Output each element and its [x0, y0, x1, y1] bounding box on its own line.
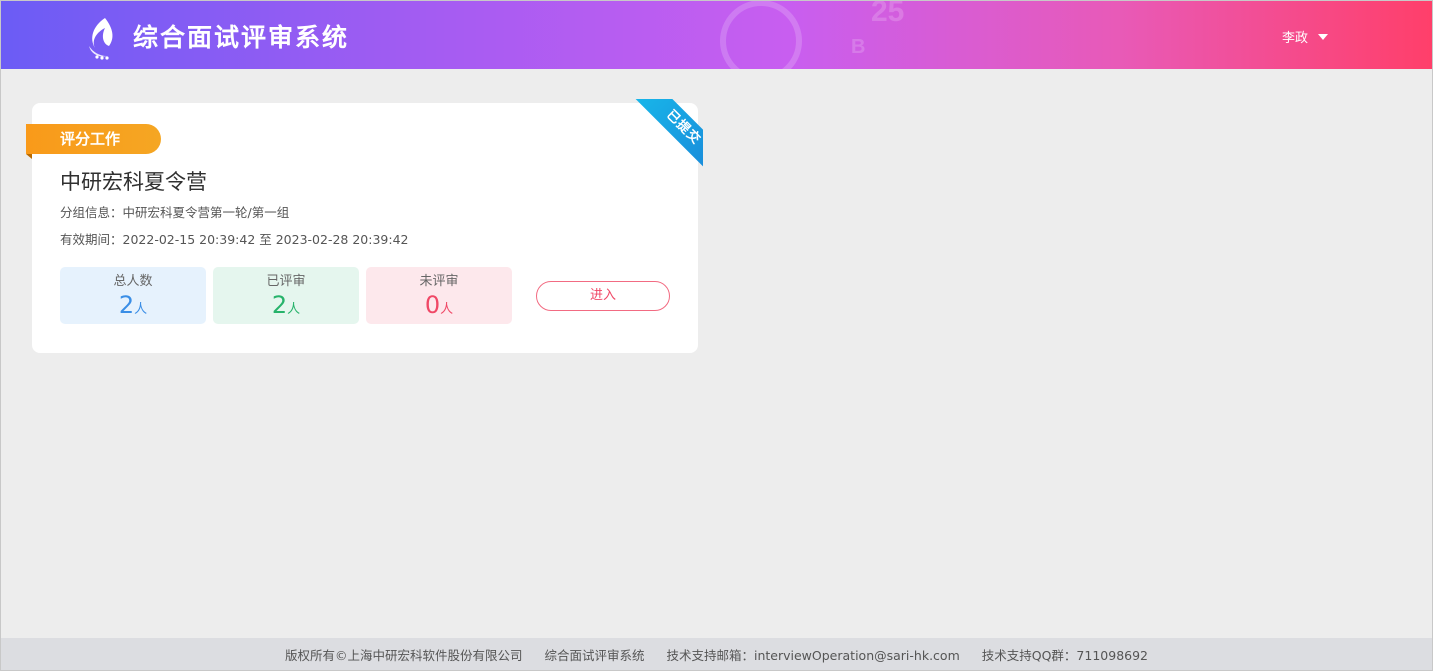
stat-unreviewed-value: 0: [424, 291, 441, 319]
stat-total-unit: 人: [134, 302, 148, 317]
stat-unreviewed-unit: 人: [440, 302, 454, 317]
status-ribbon: 已提交: [621, 99, 703, 177]
header-decoration: 25 B: [720, 1, 904, 69]
group-info: 分组信息：中研宏科夏令营第一轮/第一组: [60, 204, 289, 222]
task-type-tag: 评分工作: [26, 124, 161, 159]
stat-unreviewed-label: 未评审: [419, 274, 459, 289]
card-title: 中研宏科夏令营: [60, 170, 207, 194]
valid-period-value: 2022-02-15 20:39:42 至 2023-02-28 20:39:4…: [122, 232, 409, 247]
stat-reviewed: 已评审 2人: [213, 267, 359, 324]
stat-total-label: 总人数: [113, 274, 153, 289]
svg-text:B: B: [851, 36, 865, 58]
caret-down-icon: [1318, 33, 1328, 40]
valid-period-label: 有效期间：: [60, 232, 123, 247]
footer-support-email: 技术支持邮箱：interviewOperation@sari-hk.com: [666, 647, 960, 663]
app-title: 综合面试评审系统: [133, 23, 350, 52]
svg-text:25: 25: [871, 1, 904, 28]
footer-system-name: 综合面试评审系统: [544, 647, 645, 663]
user-name: 李政: [1281, 31, 1308, 46]
stat-total: 总人数 2人: [60, 267, 206, 324]
footer-copyright: 版权所有©上海中研宏科软件股份有限公司: [284, 647, 523, 663]
stat-reviewed-unit: 人: [287, 302, 301, 317]
stat-total-value: 2: [118, 291, 135, 319]
top-header: 25 B 综合面试评审系统 李政: [1, 1, 1432, 69]
stat-reviewed-label: 已评审: [266, 274, 306, 289]
review-task-card: 评分工作 已提交 中研宏科夏令营 分组信息：中研宏科夏令营第一轮/第一组 有效期…: [26, 99, 703, 353]
page-footer: 版权所有©上海中研宏科软件股份有限公司 综合面试评审系统 技术支持邮箱：inte…: [1, 638, 1432, 670]
stat-reviewed-value: 2: [271, 291, 288, 319]
user-menu[interactable]: 李政: [1282, 27, 1328, 46]
group-info-value: 中研宏科夏令营第一轮/第一组: [122, 205, 290, 220]
status-ribbon-label: 已提交: [631, 99, 703, 177]
group-info-label: 分组信息：: [60, 205, 123, 220]
footer-support-qq: 技术支持QQ群：711098692: [981, 647, 1149, 663]
flame-logo-icon: [89, 18, 113, 60]
stat-unreviewed: 未评审 0人: [366, 267, 512, 324]
enter-button[interactable]: 进入: [536, 281, 670, 311]
valid-period: 有效期间：2022-02-15 20:39:42 至 2023-02-28 20…: [60, 231, 408, 249]
